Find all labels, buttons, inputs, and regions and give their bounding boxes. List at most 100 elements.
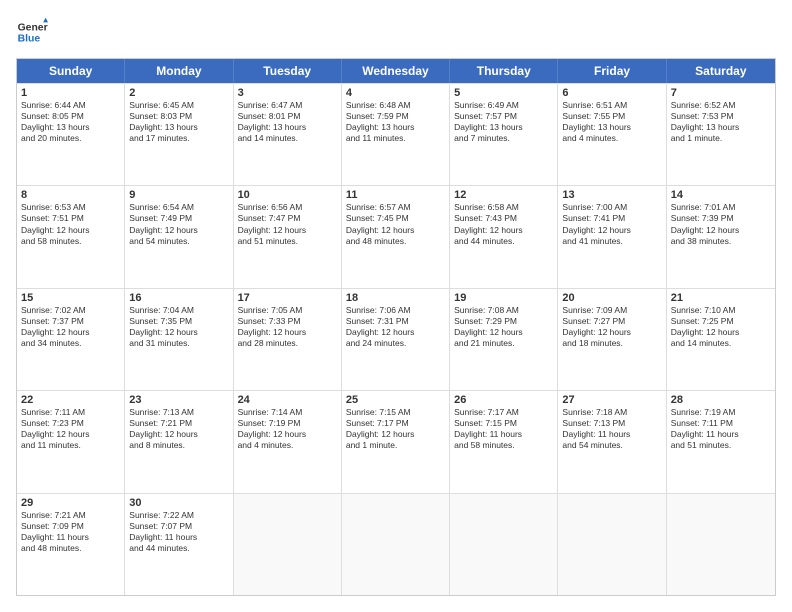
cell-line: Sunrise: 7:10 AM (671, 305, 771, 316)
cell-line: Sunset: 7:29 PM (454, 316, 553, 327)
cell-line: Daylight: 12 hours (238, 327, 337, 338)
calendar-row-1: 1Sunrise: 6:44 AMSunset: 8:05 PMDaylight… (17, 83, 775, 185)
cell-line: Daylight: 12 hours (346, 327, 445, 338)
day-number: 29 (21, 497, 120, 509)
cal-cell-day-1: 1Sunrise: 6:44 AMSunset: 8:05 PMDaylight… (17, 84, 125, 185)
cell-line: Daylight: 11 hours (21, 532, 120, 543)
cal-cell-day-14: 14Sunrise: 7:01 AMSunset: 7:39 PMDayligh… (667, 186, 775, 287)
cell-line: and 4 minutes. (562, 133, 661, 144)
cal-cell-day-11: 11Sunrise: 6:57 AMSunset: 7:45 PMDayligh… (342, 186, 450, 287)
cell-line: Sunset: 7:09 PM (21, 521, 120, 532)
cell-line: Sunrise: 7:06 AM (346, 305, 445, 316)
cell-line: and 38 minutes. (671, 236, 771, 247)
day-number: 24 (238, 394, 337, 406)
cell-line: Daylight: 12 hours (129, 327, 228, 338)
cell-line: Daylight: 11 hours (129, 532, 228, 543)
cal-cell-day-10: 10Sunrise: 6:56 AMSunset: 7:47 PMDayligh… (234, 186, 342, 287)
cell-line: Sunset: 7:27 PM (562, 316, 661, 327)
cell-line: and 14 minutes. (671, 338, 771, 349)
header-day-saturday: Saturday (667, 59, 775, 83)
svg-text:General: General (18, 22, 48, 33)
cell-line: and 31 minutes. (129, 338, 228, 349)
cell-line: Sunrise: 7:21 AM (21, 510, 120, 521)
cal-cell-day-13: 13Sunrise: 7:00 AMSunset: 7:41 PMDayligh… (558, 186, 666, 287)
day-number: 6 (562, 87, 661, 99)
cell-line: Sunrise: 6:58 AM (454, 202, 553, 213)
cell-line: Daylight: 11 hours (671, 429, 771, 440)
day-number: 4 (346, 87, 445, 99)
cell-line: and 7 minutes. (454, 133, 553, 144)
cell-line: Sunrise: 7:18 AM (562, 407, 661, 418)
cell-line: Sunset: 7:37 PM (21, 316, 120, 327)
cell-line: Sunset: 8:05 PM (21, 111, 120, 122)
cell-line: Sunrise: 7:00 AM (562, 202, 661, 213)
cal-cell-day-23: 23Sunrise: 7:13 AMSunset: 7:21 PMDayligh… (125, 391, 233, 492)
day-number: 18 (346, 292, 445, 304)
cell-line: Daylight: 12 hours (671, 327, 771, 338)
day-number: 28 (671, 394, 771, 406)
cell-line: Daylight: 12 hours (21, 327, 120, 338)
calendar: SundayMondayTuesdayWednesdayThursdayFrid… (16, 58, 776, 596)
cal-cell-day-26: 26Sunrise: 7:17 AMSunset: 7:15 PMDayligh… (450, 391, 558, 492)
cell-line: and 24 minutes. (346, 338, 445, 349)
cell-line: and 58 minutes. (454, 440, 553, 451)
cell-line: Sunrise: 7:11 AM (21, 407, 120, 418)
cell-line: and 20 minutes. (21, 133, 120, 144)
cell-line: and 51 minutes. (671, 440, 771, 451)
cell-line: and 8 minutes. (129, 440, 228, 451)
cell-line: and 14 minutes. (238, 133, 337, 144)
day-number: 17 (238, 292, 337, 304)
calendar-row-3: 15Sunrise: 7:02 AMSunset: 7:37 PMDayligh… (17, 288, 775, 390)
cal-cell-day-21: 21Sunrise: 7:10 AMSunset: 7:25 PMDayligh… (667, 289, 775, 390)
cell-line: Sunrise: 7:19 AM (671, 407, 771, 418)
cell-line: Sunset: 7:41 PM (562, 213, 661, 224)
cell-line: and 11 minutes. (346, 133, 445, 144)
cell-line: Sunrise: 7:13 AM (129, 407, 228, 418)
cal-cell-day-22: 22Sunrise: 7:11 AMSunset: 7:23 PMDayligh… (17, 391, 125, 492)
cell-line: and 17 minutes. (129, 133, 228, 144)
cal-cell-day-16: 16Sunrise: 7:04 AMSunset: 7:35 PMDayligh… (125, 289, 233, 390)
svg-text:Blue: Blue (18, 34, 41, 45)
day-number: 26 (454, 394, 553, 406)
day-number: 19 (454, 292, 553, 304)
cell-line: Sunset: 7:15 PM (454, 418, 553, 429)
cell-line: Daylight: 11 hours (562, 429, 661, 440)
logo: General Blue (16, 16, 48, 48)
cell-line: Sunrise: 6:44 AM (21, 100, 120, 111)
day-number: 14 (671, 189, 771, 201)
day-number: 23 (129, 394, 228, 406)
cell-line: Sunset: 7:13 PM (562, 418, 661, 429)
cell-line: Sunset: 7:31 PM (346, 316, 445, 327)
day-number: 9 (129, 189, 228, 201)
day-number: 2 (129, 87, 228, 99)
cell-line: and 58 minutes. (21, 236, 120, 247)
cal-cell-day-15: 15Sunrise: 7:02 AMSunset: 7:37 PMDayligh… (17, 289, 125, 390)
page: General Blue SundayMondayTuesdayWednesda… (0, 0, 792, 612)
header-day-sunday: Sunday (17, 59, 125, 83)
cell-line: Daylight: 12 hours (671, 225, 771, 236)
cell-line: Sunrise: 6:47 AM (238, 100, 337, 111)
cal-cell-day-9: 9Sunrise: 6:54 AMSunset: 7:49 PMDaylight… (125, 186, 233, 287)
cal-cell-day-4: 4Sunrise: 6:48 AMSunset: 7:59 PMDaylight… (342, 84, 450, 185)
cell-line: Sunset: 7:47 PM (238, 213, 337, 224)
cell-line: Daylight: 12 hours (454, 225, 553, 236)
cell-line: Daylight: 12 hours (21, 429, 120, 440)
day-number: 16 (129, 292, 228, 304)
cell-line: Sunrise: 7:01 AM (671, 202, 771, 213)
cell-line: and 44 minutes. (129, 543, 228, 554)
cell-line: Sunset: 7:43 PM (454, 213, 553, 224)
cell-line: Sunrise: 7:02 AM (21, 305, 120, 316)
cal-cell-day-8: 8Sunrise: 6:53 AMSunset: 7:51 PMDaylight… (17, 186, 125, 287)
cell-line: Daylight: 13 hours (21, 122, 120, 133)
cell-line: and 44 minutes. (454, 236, 553, 247)
cal-cell-day-29: 29Sunrise: 7:21 AMSunset: 7:09 PMDayligh… (17, 494, 125, 595)
cell-line: Daylight: 12 hours (238, 429, 337, 440)
cell-line: Daylight: 12 hours (562, 327, 661, 338)
cell-line: Sunset: 7:53 PM (671, 111, 771, 122)
cal-cell-day-5: 5Sunrise: 6:49 AMSunset: 7:57 PMDaylight… (450, 84, 558, 185)
calendar-row-5: 29Sunrise: 7:21 AMSunset: 7:09 PMDayligh… (17, 493, 775, 595)
cal-cell-day-6: 6Sunrise: 6:51 AMSunset: 7:55 PMDaylight… (558, 84, 666, 185)
cal-cell-day-27: 27Sunrise: 7:18 AMSunset: 7:13 PMDayligh… (558, 391, 666, 492)
cell-line: Sunset: 7:23 PM (21, 418, 120, 429)
cell-line: Daylight: 13 hours (671, 122, 771, 133)
